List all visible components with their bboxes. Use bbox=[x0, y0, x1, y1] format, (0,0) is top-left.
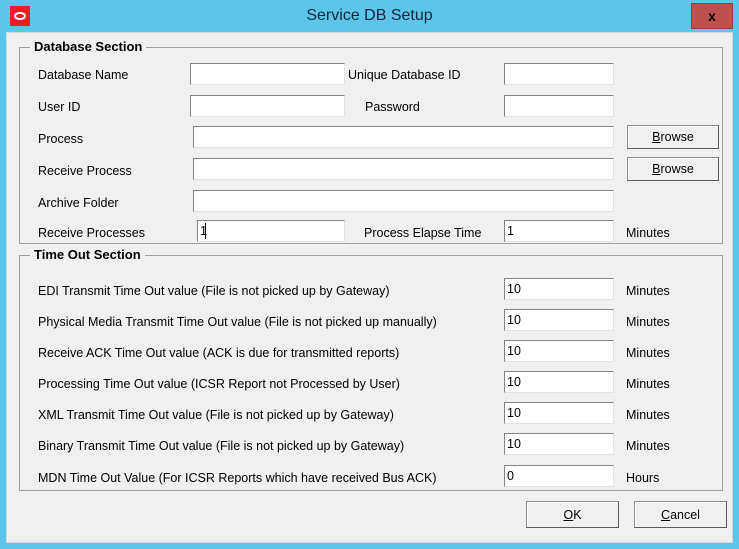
timeout-label-0: EDI Transmit Time Out value (File is not… bbox=[38, 284, 390, 298]
timeout-section-legend: Time Out Section bbox=[30, 247, 145, 262]
ok-label-rest: K bbox=[573, 507, 582, 522]
timeout-input-3[interactable] bbox=[503, 370, 615, 394]
process-elapse-time-label: Process Elapse Time bbox=[364, 226, 482, 240]
browse-process-button[interactable]: Browse bbox=[627, 125, 719, 149]
title-bar: Service DB Setup x bbox=[0, 0, 739, 32]
dialog-client-area: Database Section Database Name Unique Da… bbox=[6, 32, 733, 543]
timeout-input-5[interactable] bbox=[503, 432, 615, 456]
cancel-button[interactable]: Cancel bbox=[634, 501, 727, 528]
timeout-unit-6: Hours bbox=[626, 471, 660, 485]
timeout-label-4: XML Transmit Time Out value (File is not… bbox=[38, 408, 394, 422]
window-title: Service DB Setup bbox=[306, 7, 433, 24]
database-section-legend: Database Section bbox=[30, 39, 147, 54]
receive-process-label: Receive Process bbox=[38, 164, 132, 178]
timeout-unit-5: Minutes bbox=[626, 439, 670, 453]
cancel-label-rest: ancel bbox=[670, 507, 700, 522]
receive-processes-label: Receive Processes bbox=[38, 226, 145, 240]
unique-database-id-label: Unique Database ID bbox=[348, 68, 461, 82]
password-input[interactable] bbox=[503, 94, 615, 118]
timeout-input-4[interactable] bbox=[503, 401, 615, 425]
user-id-input[interactable] bbox=[189, 94, 346, 118]
timeout-unit-2: Minutes bbox=[626, 346, 670, 360]
timeout-label-3: Processing Time Out value (ICSR Report n… bbox=[38, 377, 400, 391]
timeout-input-0[interactable] bbox=[503, 277, 615, 301]
receive-process-input[interactable] bbox=[192, 157, 615, 181]
database-name-label: Database Name bbox=[38, 68, 129, 82]
archive-folder-input[interactable] bbox=[192, 189, 615, 213]
process-elapse-time-unit: Minutes bbox=[626, 226, 670, 240]
user-id-label: User ID bbox=[38, 100, 81, 114]
unique-database-id-input[interactable] bbox=[503, 62, 615, 86]
browse-receive-process-button[interactable]: Browse bbox=[627, 157, 719, 181]
process-label: Process bbox=[38, 132, 84, 146]
receive-processes-input[interactable] bbox=[196, 219, 346, 243]
text-caret bbox=[205, 223, 206, 239]
timeout-unit-0: Minutes bbox=[626, 284, 670, 298]
timeout-label-1: Physical Media Transmit Time Out value (… bbox=[38, 315, 437, 329]
timeout-label-2: Receive ACK Time Out value (ACK is due f… bbox=[38, 346, 400, 360]
ok-button[interactable]: OK bbox=[526, 501, 619, 528]
process-input[interactable] bbox=[192, 125, 615, 149]
browse-receive-process-label: rowse bbox=[660, 162, 694, 176]
timeout-label-5: Binary Transmit Time Out value (File is … bbox=[38, 439, 405, 453]
timeout-input-1[interactable] bbox=[503, 308, 615, 332]
timeout-unit-4: Minutes bbox=[626, 408, 670, 422]
password-label: Password bbox=[365, 100, 420, 114]
archive-folder-label: Archive Folder bbox=[38, 196, 119, 210]
process-elapse-time-input[interactable] bbox=[503, 219, 615, 243]
timeout-unit-3: Minutes bbox=[626, 377, 670, 391]
browse-process-label: rowse bbox=[660, 130, 694, 144]
timeout-input-2[interactable] bbox=[503, 339, 615, 363]
timeout-label-6: MDN Time Out Value (For ICSR Reports whi… bbox=[38, 471, 437, 485]
timeout-input-6[interactable] bbox=[503, 464, 615, 488]
timeout-unit-1: Minutes bbox=[626, 315, 670, 329]
close-button[interactable]: x bbox=[691, 3, 733, 29]
dialog-window: Service DB Setup x Database Section Data… bbox=[0, 0, 739, 549]
database-name-input[interactable] bbox=[189, 62, 346, 86]
